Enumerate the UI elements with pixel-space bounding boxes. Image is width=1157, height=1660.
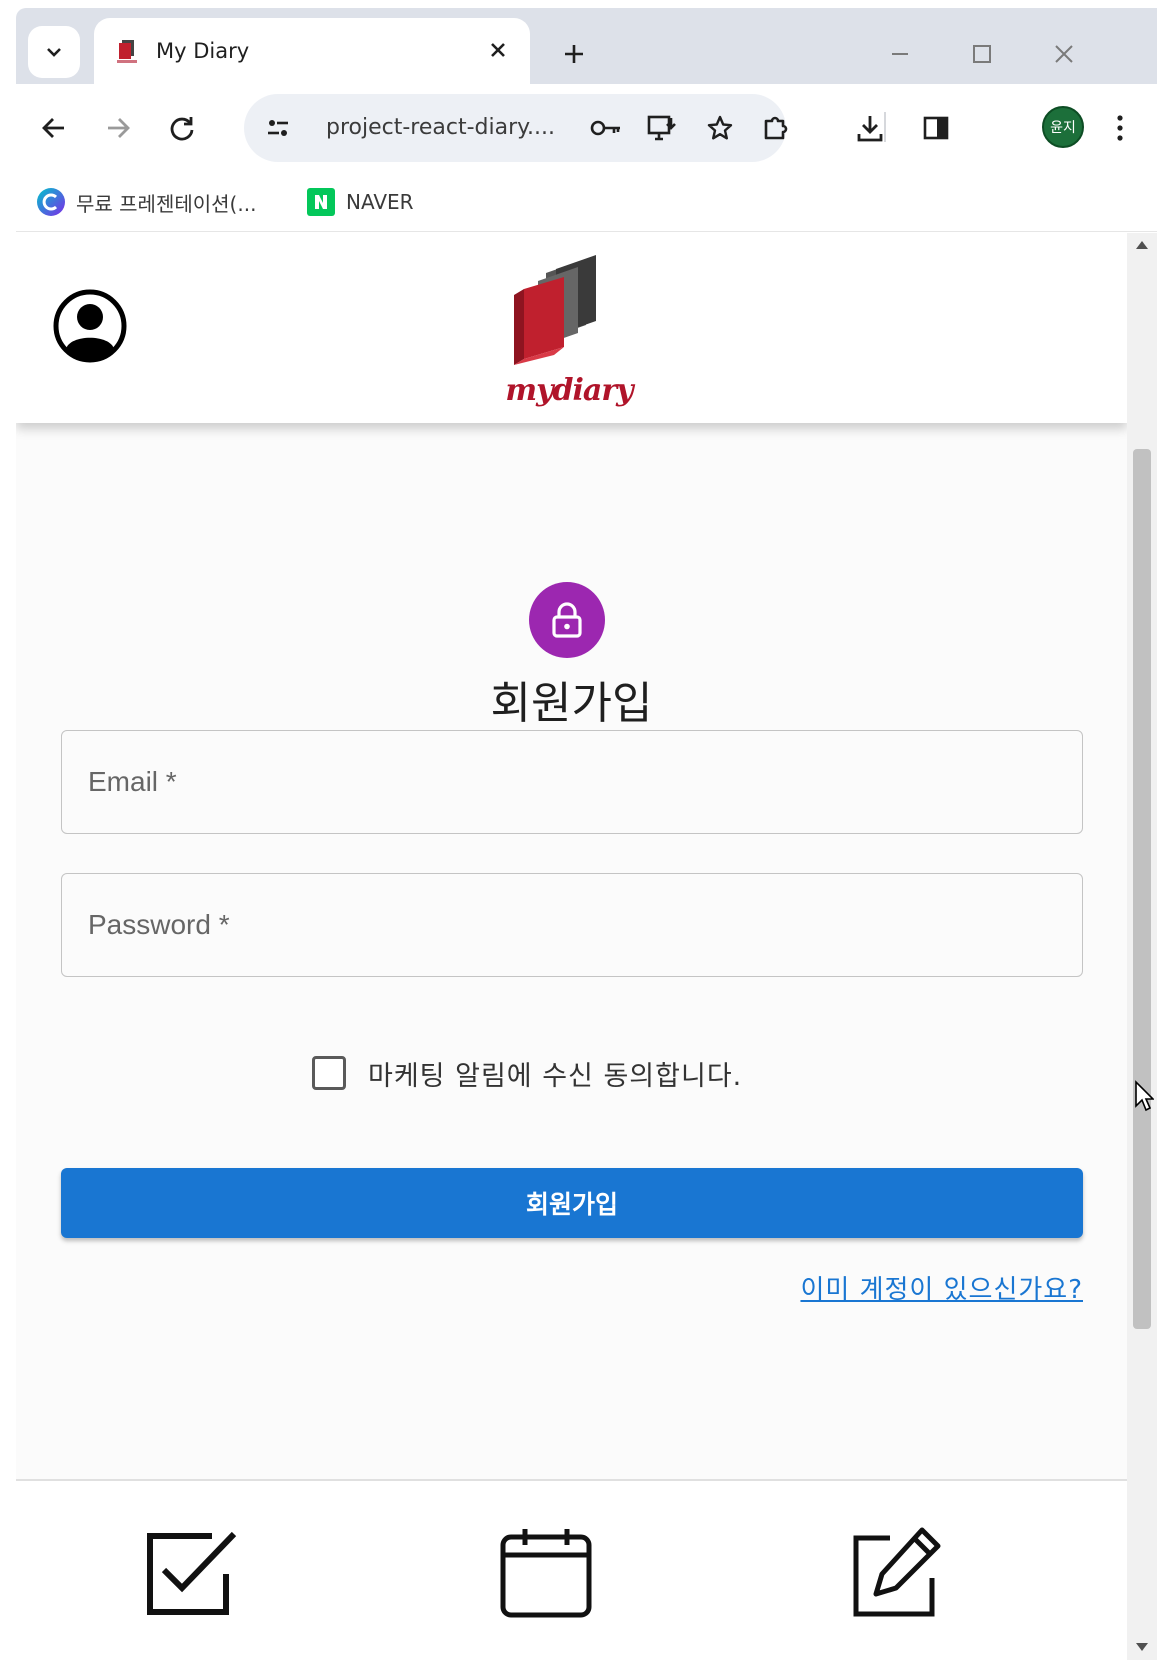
page-viewport: mydiary 회원가입 마케팅 알림에 수신 동의합니다. 회원가입 이미 계…	[16, 233, 1127, 1660]
arrow-right-icon	[108, 118, 130, 138]
lock-icon	[552, 602, 582, 638]
forward-button[interactable]	[94, 104, 142, 152]
page-title: 회원가입	[490, 678, 653, 729]
profile-avatar[interactable]: 윤지	[1042, 106, 1084, 148]
back-button[interactable]	[30, 104, 78, 152]
tune-icon	[268, 120, 288, 136]
bookmark-star-button[interactable]	[700, 108, 740, 148]
scroll-down-icon[interactable]	[1135, 1641, 1149, 1653]
key-icon	[590, 120, 620, 136]
nav-todo-button[interactable]	[140, 1525, 240, 1621]
mouse-cursor-icon	[1135, 1080, 1154, 1112]
password-key-button[interactable]	[586, 108, 626, 148]
signup-button[interactable]: 회원가입	[61, 1168, 1083, 1238]
calendar-icon	[500, 1529, 592, 1618]
install-icon	[647, 115, 676, 141]
marketing-consent-label[interactable]: 마케팅 알림에 수신 동의합니다.	[368, 1054, 742, 1093]
books-logo-icon	[514, 255, 596, 365]
diary-favicon-icon	[117, 40, 137, 63]
download-icon	[857, 116, 883, 142]
puzzle-icon	[764, 116, 788, 140]
logo-text: mydiary	[505, 373, 633, 408]
close-icon	[491, 43, 505, 57]
page-scrollbar[interactable]	[1127, 233, 1157, 1660]
password-field	[61, 873, 1083, 977]
browser-tab-active[interactable]: My Diary	[94, 18, 530, 84]
bookmarks-bar: 무료 프레젠테이션(... NAVER	[16, 172, 1157, 232]
mydiary-logo[interactable]: mydiary	[494, 255, 644, 415]
browser-menu-button[interactable]	[1096, 104, 1144, 152]
canva-icon	[37, 188, 65, 216]
bookmark-label: 무료 프레젠테이션(...	[76, 191, 257, 216]
downloads-button[interactable]	[846, 104, 894, 152]
nav-calendar-button[interactable]	[496, 1525, 596, 1621]
maximize-icon	[973, 45, 991, 63]
bookmark-canva[interactable]: 무료 프레젠테이션(...	[36, 184, 256, 220]
address-bar[interactable]: project-react-diary....	[244, 94, 786, 162]
bookmark-label: NAVER	[346, 190, 414, 214]
tab-search-button[interactable]	[28, 26, 80, 78]
site-info-button[interactable]	[258, 108, 298, 148]
tab-title: My Diary	[156, 39, 250, 63]
naver-icon	[307, 188, 335, 216]
minimize-button[interactable]	[882, 36, 918, 72]
more-vert-icon	[1117, 115, 1123, 141]
maximize-button[interactable]	[964, 36, 1000, 72]
marketing-consent[interactable]: 마케팅 알림에 수신 동의합니다.	[312, 1053, 742, 1093]
login-link[interactable]: 이미 계정이 있으신가요?	[800, 1269, 1083, 1306]
marketing-consent-checkbox[interactable]	[312, 1056, 346, 1090]
password-input[interactable]	[62, 874, 1082, 976]
side-panel-icon	[923, 116, 949, 140]
account-circle-icon[interactable]	[52, 288, 128, 364]
scroll-up-icon[interactable]	[1135, 239, 1149, 251]
star-icon	[707, 115, 733, 140]
scroll-thumb[interactable]	[1133, 449, 1151, 1329]
checkbox-icon	[147, 1531, 237, 1615]
new-tab-button[interactable]	[556, 36, 592, 72]
edit-icon	[853, 1527, 941, 1617]
plus-icon	[565, 45, 583, 63]
browser-toolbar: project-react-diary.... 윤지	[16, 84, 1157, 172]
extensions-button[interactable]	[752, 104, 800, 152]
side-panel-button[interactable]	[912, 104, 960, 152]
arrow-left-icon	[42, 118, 64, 138]
install-app-button[interactable]	[642, 108, 682, 148]
email-input[interactable]	[62, 731, 1082, 833]
nav-write-button[interactable]	[844, 1525, 944, 1621]
url-text: project-react-diary....	[326, 115, 555, 140]
bottom-navigation	[16, 1479, 1127, 1660]
browser-tab-bar: My Diary	[16, 8, 1157, 84]
chevron-down-icon	[47, 48, 61, 57]
reload-button[interactable]	[158, 104, 206, 152]
close-icon	[1055, 45, 1073, 63]
app-header: mydiary	[16, 233, 1127, 423]
tab-close-button[interactable]	[482, 34, 514, 66]
minimize-icon	[892, 53, 908, 55]
window-close-button[interactable]	[1046, 36, 1082, 72]
email-field	[61, 730, 1083, 834]
lock-avatar	[529, 582, 605, 658]
bookmark-naver[interactable]: NAVER	[306, 184, 414, 220]
reload-icon	[170, 117, 194, 141]
